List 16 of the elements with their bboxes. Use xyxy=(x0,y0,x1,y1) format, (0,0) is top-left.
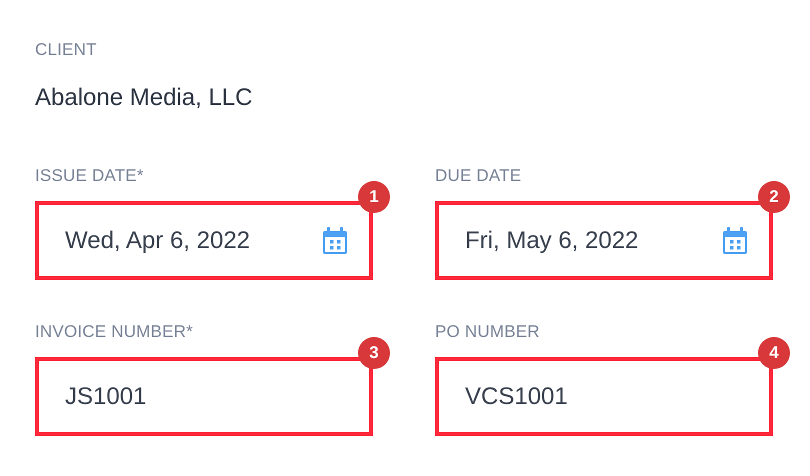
calendar-icon[interactable] xyxy=(722,226,748,254)
field-label: PO NUMBER xyxy=(435,322,541,342)
number-badge: 2 xyxy=(758,181,790,213)
field-label: DUE DATE xyxy=(435,166,522,186)
number-badge: 3 xyxy=(358,337,390,369)
field-label: ISSUE DATE* xyxy=(35,166,145,186)
field-label: CLIENT xyxy=(35,40,98,60)
field-label: INVOICE NUMBER* xyxy=(35,322,194,342)
client-name: Abalone Media, LLC xyxy=(35,84,254,112)
input-field[interactable]: VCS1001 xyxy=(435,357,773,436)
number-badge: 4 xyxy=(758,337,790,369)
date-field[interactable]: Fri, May 6, 2022 xyxy=(435,201,773,280)
date-field[interactable]: Wed, Apr 6, 2022 xyxy=(35,201,373,280)
input-field[interactable]: JS1001 xyxy=(35,357,373,436)
number-badge: 1 xyxy=(358,181,390,213)
calendar-icon[interactable] xyxy=(322,226,348,254)
